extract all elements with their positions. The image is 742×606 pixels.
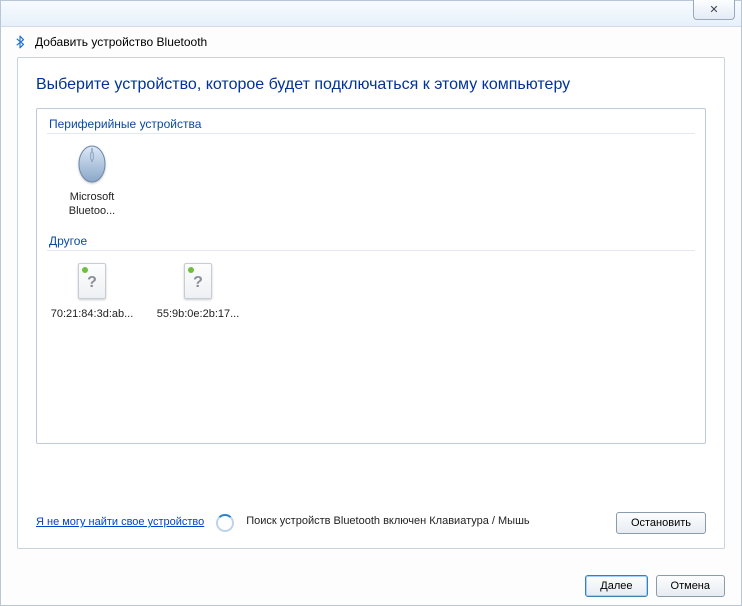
device-list: Периферийные устройства	[36, 108, 706, 444]
wizard-title: Добавить устройство Bluetooth	[35, 35, 207, 49]
wizard-header: Добавить устройство Bluetooth	[1, 27, 741, 57]
group-header-peripherals: Периферийные устройства	[47, 113, 695, 134]
close-button[interactable]: ✕	[693, 0, 735, 20]
close-icon: ✕	[709, 3, 718, 16]
footer-row: Я не могу найти свое устройство Поиск ус…	[36, 512, 706, 534]
next-button[interactable]: Далее	[585, 575, 647, 597]
stop-button[interactable]: Остановить	[616, 512, 706, 534]
other-row: 70:21:84:3d:ab... 55:9b:0e:2b:17...	[47, 257, 695, 323]
wizard-window: ✕ Добавить устройство Bluetooth Выберите…	[0, 0, 742, 606]
help-link-cant-find[interactable]: Я не могу найти свое устройство	[36, 512, 204, 528]
group-header-other: Другое	[47, 230, 695, 251]
unknown-device-icon	[155, 259, 241, 303]
titlebar: ✕	[1, 1, 741, 27]
device-label: Microsoft Bluetoo...	[49, 190, 135, 218]
device-label: 55:9b:0e:2b:17...	[155, 307, 241, 321]
unknown-device-icon	[49, 259, 135, 303]
wizard-buttons: Далее Отмена	[585, 575, 725, 597]
bluetooth-icon	[13, 35, 27, 49]
peripherals-row: Microsoft Bluetoo...	[47, 140, 695, 220]
instruction-text: Выберите устройство, которое будет подкл…	[36, 76, 706, 94]
device-item-unknown-1[interactable]: 70:21:84:3d:ab...	[47, 257, 137, 323]
mouse-icon	[49, 142, 135, 186]
wizard-body: Выберите устройство, которое будет подкл…	[17, 57, 725, 549]
spinner-icon	[216, 514, 234, 532]
device-label: 70:21:84:3d:ab...	[49, 307, 135, 321]
search-status-text: Поиск устройств Bluetooth включен Клавиа…	[246, 512, 604, 528]
cancel-button[interactable]: Отмена	[656, 575, 725, 597]
device-item-unknown-2[interactable]: 55:9b:0e:2b:17...	[153, 257, 243, 323]
device-item-mouse[interactable]: Microsoft Bluetoo...	[47, 140, 137, 220]
